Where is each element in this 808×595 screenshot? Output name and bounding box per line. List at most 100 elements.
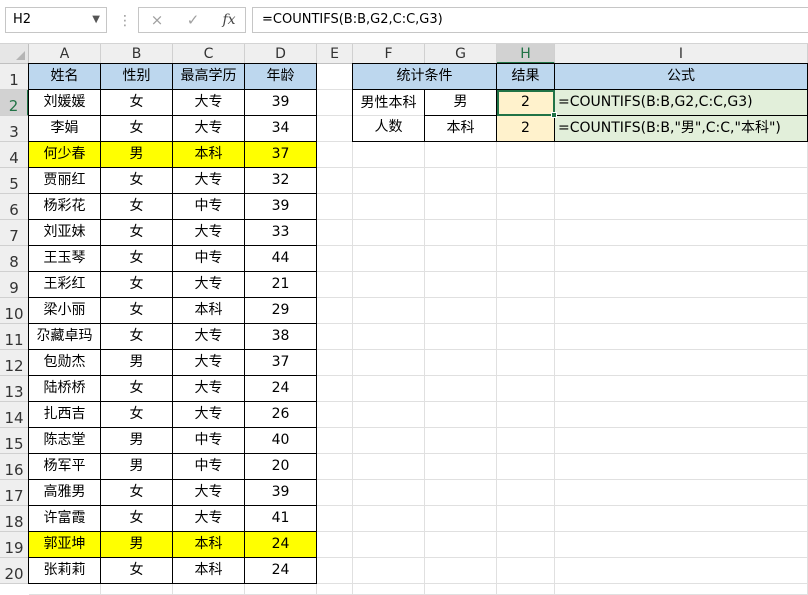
empty-cell[interactable] xyxy=(425,246,497,272)
spreadsheet-grid[interactable]: A B C D E F G H I 1 2 3 4 5 6 7 8 9 10 11 12 13 14 15 16 17 18 19 20… xyxy=(0,44,808,595)
empty-cell[interactable] xyxy=(497,428,555,454)
empty-cell[interactable] xyxy=(497,584,555,595)
empty-cell[interactable] xyxy=(497,376,555,402)
column-header-h[interactable]: H xyxy=(497,44,555,64)
table-cell-edu[interactable]: 中专 xyxy=(173,428,245,454)
empty-cell[interactable] xyxy=(317,584,353,595)
table-cell-age[interactable]: 24 xyxy=(245,558,317,584)
empty-cell[interactable] xyxy=(497,558,555,584)
table-cell-name[interactable]: 刘媛媛 xyxy=(29,90,101,116)
table-cell-name[interactable]: 郭亚坤 xyxy=(29,532,101,558)
stats-criteria-cell[interactable]: 本科 xyxy=(425,116,497,142)
empty-cell[interactable] xyxy=(317,90,353,116)
empty-cell[interactable] xyxy=(555,558,808,584)
empty-cell[interactable] xyxy=(353,246,425,272)
row-header-13[interactable]: 13 xyxy=(0,376,29,402)
row-header-6[interactable]: 6 xyxy=(0,194,29,220)
table-cell-name[interactable]: 王玉琴 xyxy=(29,246,101,272)
empty-cell[interactable] xyxy=(425,532,497,558)
empty-cell[interactable] xyxy=(353,402,425,428)
table-header-cell[interactable]: 姓名 xyxy=(29,64,101,90)
empty-cell[interactable] xyxy=(353,428,425,454)
row-header-15[interactable]: 15 xyxy=(0,428,29,454)
row-header-14[interactable]: 14 xyxy=(0,402,29,428)
empty-cell[interactable] xyxy=(425,376,497,402)
column-header-b[interactable]: B xyxy=(101,44,173,64)
table-cell-edu[interactable]: 中专 xyxy=(173,454,245,480)
empty-cell[interactable] xyxy=(555,454,808,480)
empty-cell[interactable] xyxy=(317,428,353,454)
empty-cell[interactable] xyxy=(425,272,497,298)
stats-header-condition[interactable]: 统计条件 xyxy=(353,64,497,90)
empty-cell[interactable] xyxy=(555,350,808,376)
empty-cell[interactable] xyxy=(101,584,173,595)
empty-cell[interactable] xyxy=(353,558,425,584)
table-cell-edu[interactable]: 大专 xyxy=(173,480,245,506)
table-cell-edu[interactable]: 大专 xyxy=(173,376,245,402)
column-header-d[interactable]: D xyxy=(245,44,317,64)
column-header-e[interactable]: E xyxy=(317,44,353,64)
empty-cell[interactable] xyxy=(425,558,497,584)
table-cell-age[interactable]: 40 xyxy=(245,428,317,454)
table-cell-gender[interactable]: 男 xyxy=(101,454,173,480)
row-header-9[interactable]: 9 xyxy=(0,272,29,298)
empty-cell[interactable] xyxy=(555,506,808,532)
select-all-corner[interactable] xyxy=(0,44,29,64)
table-cell-gender[interactable]: 女 xyxy=(101,324,173,350)
empty-cell[interactable] xyxy=(353,480,425,506)
empty-cell[interactable] xyxy=(555,402,808,428)
empty-cell[interactable] xyxy=(555,428,808,454)
table-cell-age[interactable]: 32 xyxy=(245,168,317,194)
table-cell-gender[interactable]: 女 xyxy=(101,90,173,116)
table-cell-gender[interactable]: 女 xyxy=(101,298,173,324)
table-cell-age[interactable]: 38 xyxy=(245,324,317,350)
empty-cell[interactable] xyxy=(497,272,555,298)
empty-cell[interactable] xyxy=(317,402,353,428)
empty-cell[interactable] xyxy=(497,324,555,350)
empty-cell[interactable] xyxy=(425,168,497,194)
table-cell-edu[interactable]: 本科 xyxy=(173,558,245,584)
table-cell-age[interactable]: 29 xyxy=(245,298,317,324)
stats-criteria-cell[interactable]: 男 xyxy=(425,90,497,116)
table-cell-edu[interactable]: 大专 xyxy=(173,220,245,246)
row-header-11[interactable]: 11 xyxy=(0,324,29,350)
empty-cell[interactable] xyxy=(425,324,497,350)
table-cell-gender[interactable]: 男 xyxy=(101,532,173,558)
empty-cell[interactable] xyxy=(497,506,555,532)
table-cell-gender[interactable]: 女 xyxy=(101,376,173,402)
table-cell-age[interactable]: 24 xyxy=(245,376,317,402)
empty-cell[interactable] xyxy=(317,506,353,532)
row-header-1[interactable]: 1 xyxy=(0,64,29,90)
table-cell-edu[interactable]: 大专 xyxy=(173,506,245,532)
empty-cell[interactable] xyxy=(555,532,808,558)
table-cell-name[interactable]: 许富霞 xyxy=(29,506,101,532)
empty-cell[interactable] xyxy=(353,272,425,298)
table-cell-name[interactable]: 梁小丽 xyxy=(29,298,101,324)
empty-cell[interactable] xyxy=(353,506,425,532)
empty-cell[interactable] xyxy=(317,376,353,402)
stats-formula-cell[interactable]: =COUNTIFS(B:B,G2,C:C,G3) xyxy=(555,90,808,116)
cancel-icon[interactable]: × xyxy=(145,8,169,32)
column-header-g[interactable]: G xyxy=(425,44,497,64)
table-cell-name[interactable]: 王彩红 xyxy=(29,272,101,298)
empty-cell[interactable] xyxy=(497,220,555,246)
empty-cell[interactable] xyxy=(555,376,808,402)
empty-cell[interactable] xyxy=(425,350,497,376)
table-header-cell[interactable]: 最高学历 xyxy=(173,64,245,90)
table-cell-name[interactable]: 杨彩花 xyxy=(29,194,101,220)
table-cell-gender[interactable]: 女 xyxy=(101,558,173,584)
table-cell-name[interactable]: 李娟 xyxy=(29,116,101,142)
row-header-20[interactable]: 20 xyxy=(0,558,29,584)
row-header-10[interactable]: 10 xyxy=(0,298,29,324)
table-cell-edu[interactable]: 大专 xyxy=(173,116,245,142)
table-cell-gender[interactable]: 女 xyxy=(101,402,173,428)
empty-cell[interactable] xyxy=(353,454,425,480)
empty-cell[interactable] xyxy=(173,584,245,595)
table-cell-name[interactable]: 贾丽红 xyxy=(29,168,101,194)
confirm-icon[interactable]: ✓ xyxy=(181,8,205,32)
empty-cell[interactable] xyxy=(353,142,425,168)
table-cell-name[interactable]: 刘亚妹 xyxy=(29,220,101,246)
table-cell-gender[interactable]: 女 xyxy=(101,246,173,272)
table-cell-age[interactable]: 39 xyxy=(245,194,317,220)
empty-cell[interactable] xyxy=(425,220,497,246)
